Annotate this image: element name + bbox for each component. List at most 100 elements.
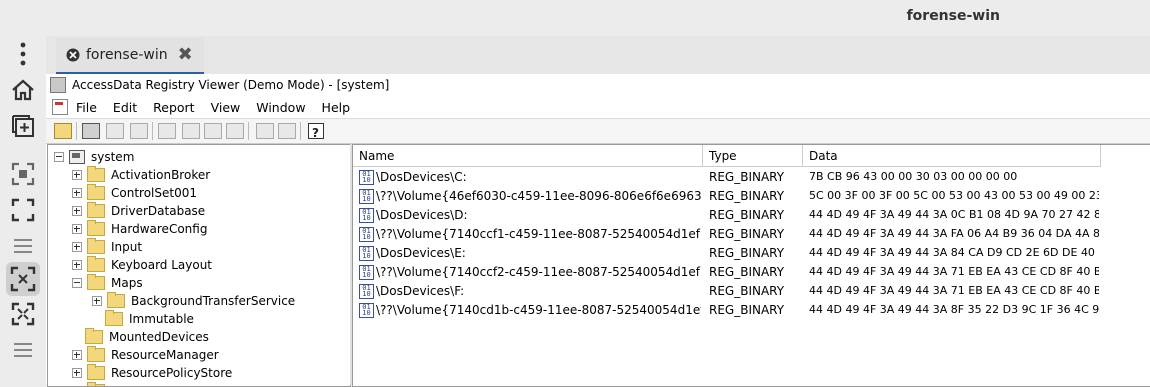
menu-lines-icon[interactable] xyxy=(9,232,37,260)
column-header-data[interactable]: Data xyxy=(803,145,1101,167)
folder-icon xyxy=(87,166,105,182)
report-icon[interactable] xyxy=(226,123,244,139)
menu-report[interactable]: Report xyxy=(153,100,194,115)
binary-value-icon: 01 10 xyxy=(359,208,374,223)
tree-node[interactable]: Keyboard Layout xyxy=(72,256,212,274)
tree-node[interactable]: MountedDevices xyxy=(72,328,209,346)
expand-icon[interactable] xyxy=(72,170,82,180)
tree-node[interactable]: Input xyxy=(72,238,142,256)
value-name: \??\Volume{7140cd1b-c459-11ee-8087-52540… xyxy=(376,303,701,317)
tree-node[interactable]: Immutable xyxy=(92,310,194,328)
menu-lines-icon[interactable] xyxy=(9,336,37,364)
expand-icon[interactable] xyxy=(72,188,82,198)
value-name: \DosDevices\C: xyxy=(376,170,467,184)
expand-icon[interactable] xyxy=(72,224,82,234)
tool-icon[interactable] xyxy=(278,123,296,139)
value-name: \??\Volume{7140ccf1-c459-11ee-8087-52540… xyxy=(376,227,701,241)
computer-icon[interactable] xyxy=(82,123,100,139)
fullscreen-icon[interactable] xyxy=(9,196,37,224)
key-icon[interactable] xyxy=(130,123,148,139)
expand-icon[interactable] xyxy=(72,260,82,270)
app-titlebar: AccessData Registry Viewer (Demo Mode) -… xyxy=(46,74,1150,96)
value-type: REG_BINARY xyxy=(709,208,785,222)
table-row[interactable]: 01 10 \DosDevices\C: REG_BINARY 7B CB 96 43 … xyxy=(353,168,1150,187)
folder-icon xyxy=(87,346,105,362)
tree-node-label: BackgroundTransferService xyxy=(131,294,296,308)
expand-icon[interactable] xyxy=(9,300,37,328)
values-list: Name Type Data 01 10 \DosDevices\C: REG_BINARY… xyxy=(352,144,1150,387)
tab-label: forense-win xyxy=(86,47,168,63)
value-name: \??\Volume{7140ccf2-c459-11ee-8087-52540… xyxy=(376,265,701,279)
tree-node[interactable]: ControlSet001 xyxy=(72,184,197,202)
folder-icon xyxy=(85,328,103,344)
new-window-icon[interactable] xyxy=(9,112,37,140)
tree-node-label: Keyboard Layout xyxy=(111,258,213,272)
help-icon[interactable]: ? xyxy=(308,123,324,140)
tab-bar: forense-win ✖ xyxy=(46,36,1150,75)
tree-root-system[interactable]: system xyxy=(54,148,134,166)
value-data: 44 4D 49 4F 3A 49 44 3A FA 06 A4 B9 36 0… xyxy=(809,227,1099,240)
menu-window[interactable]: Window xyxy=(256,100,305,115)
folder-icon xyxy=(87,256,105,272)
table-row[interactable]: 01 10 \DosDevices\F: REG_BINARY 44 4D 49 4F … xyxy=(353,282,1150,301)
menu-view[interactable]: View xyxy=(211,100,241,115)
home-icon[interactable] xyxy=(9,76,37,104)
expand-icon[interactable] xyxy=(72,368,82,378)
tree-node[interactable]: BackgroundTransferService xyxy=(92,292,295,310)
value-data: 44 4D 49 4F 3A 49 44 3A 71 EB EA 43 CE C… xyxy=(809,265,1099,278)
table-row[interactable]: 01 10 \??\Volume{7140cd1b-c459-11ee-8087-5… xyxy=(353,301,1150,320)
more-vertical-icon[interactable] xyxy=(9,40,37,68)
tree-node[interactable]: DriverDatabase xyxy=(72,202,205,220)
table-row[interactable]: 01 10 \DosDevices\D: REG_BINARY 44 4D 49 4F … xyxy=(353,206,1150,225)
value-data: 5C 00 3F 00 3F 00 5C 00 53 00 43 00 53 0… xyxy=(809,189,1099,202)
table-row[interactable]: 01 10 \??\Volume{7140ccf2-c459-11ee-8087-5… xyxy=(353,263,1150,282)
binary-value-icon: 01 10 xyxy=(359,303,374,318)
folder-icon xyxy=(105,310,123,326)
collapse-icon[interactable] xyxy=(54,152,64,162)
toolbar-separator xyxy=(300,122,301,140)
value-data: 7B CB 96 43 00 00 30 03 00 00 00 00 xyxy=(809,170,1018,183)
open-folder-icon[interactable] xyxy=(54,123,72,139)
edit-report-icon[interactable] xyxy=(182,123,200,139)
value-data: 44 4D 49 4F 3A 49 44 3A 8F 35 22 D3 9C 1… xyxy=(809,303,1099,316)
table-row[interactable]: 01 10 \DosDevices\E: REG_BINARY 44 4D 49 4F … xyxy=(353,244,1150,263)
export-icon[interactable] xyxy=(158,123,176,139)
expand-icon[interactable] xyxy=(72,350,82,360)
table-row[interactable]: 01 10 \??\Volume{46ef6030-c459-11ee-8096-8… xyxy=(353,187,1150,206)
expand-icon[interactable] xyxy=(72,242,82,252)
toolbar: ? xyxy=(46,118,1150,144)
tree-node[interactable]: ActivationBroker xyxy=(72,166,210,184)
menu-file[interactable]: File xyxy=(76,100,97,115)
tree-node[interactable]: HardwareConfig xyxy=(72,220,207,238)
folder-icon xyxy=(87,202,105,218)
value-type: REG_BINARY xyxy=(709,246,785,260)
value-data: 44 4D 49 4F 3A 49 44 3A 71 EB EA 43 CE C… xyxy=(809,284,1099,297)
menu-edit[interactable]: Edit xyxy=(113,100,137,115)
value-data: 44 4D 49 4F 3A 49 44 3A 84 CA D9 CD 2E 6… xyxy=(809,246,1099,259)
menu-help[interactable]: Help xyxy=(322,100,351,115)
expand-icon[interactable] xyxy=(92,296,102,306)
scale-to-fit-icon[interactable] xyxy=(6,262,40,296)
window-titlebar: forense-win xyxy=(0,0,1150,37)
find-icon[interactable] xyxy=(106,123,124,139)
tool-icon[interactable] xyxy=(256,123,274,139)
tree-node-label: HardwareConfig xyxy=(111,222,208,236)
tree-node[interactable]: ResourceManager xyxy=(72,346,219,364)
folder-icon xyxy=(87,220,105,236)
expand-icon[interactable] xyxy=(72,206,82,216)
table-row[interactable]: 01 10 \??\Volume{7140ccf1-c459-11ee-8087-5… xyxy=(353,225,1150,244)
folder-icon xyxy=(87,274,105,290)
column-header-name[interactable]: Name xyxy=(353,145,703,167)
tree-node[interactable]: ResourcePolicyStore xyxy=(72,364,232,382)
collapse-icon[interactable] xyxy=(72,278,82,288)
tab-forense-win[interactable]: forense-win ✖ xyxy=(56,38,204,75)
edit-icon[interactable] xyxy=(204,123,222,139)
close-icon[interactable]: ✖ xyxy=(178,46,193,64)
tree-node[interactable]: Maps xyxy=(72,274,143,292)
screenshot-region-icon[interactable] xyxy=(9,160,37,188)
value-data: 44 4D 49 4F 3A 49 44 3A 0C B1 08 4D 9A 7… xyxy=(809,208,1099,221)
column-header-type[interactable]: Type xyxy=(703,145,803,167)
document-icon[interactable] xyxy=(52,99,68,115)
tree-node-label: ResourcePolicyStore xyxy=(111,366,233,380)
